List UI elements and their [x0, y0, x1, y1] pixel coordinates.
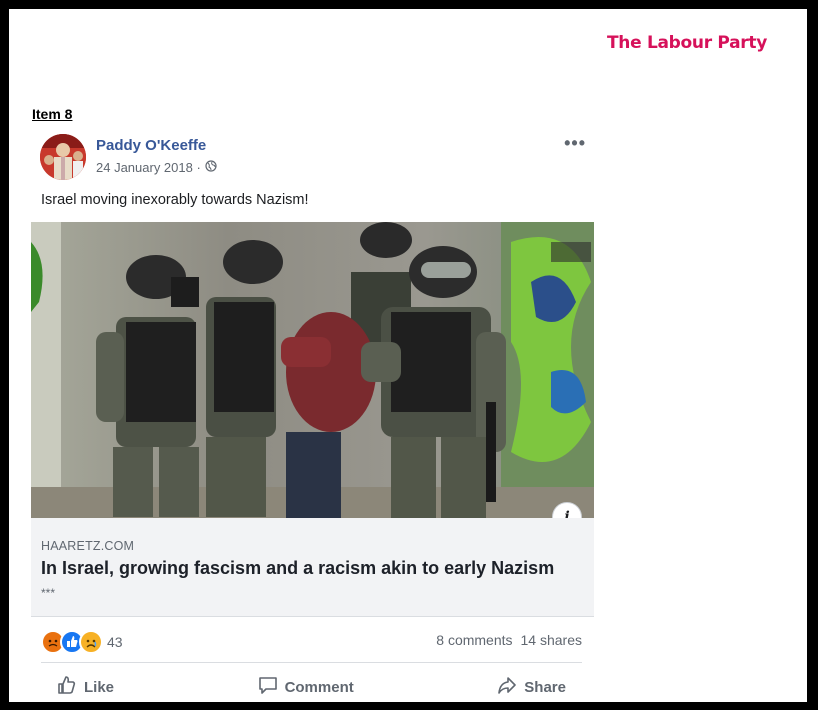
divider [41, 662, 582, 663]
share-label: Share [524, 678, 566, 696]
post-actions: Like Comment Share [41, 670, 582, 704]
sad-reaction-icon [79, 630, 103, 654]
shares-count[interactable]: 14 shares [521, 632, 582, 648]
link-description: *** [41, 586, 56, 600]
link-preview[interactable]: HAARETZ.COM In Israel, growing fascism a… [31, 518, 594, 617]
comment-bubble-icon [258, 675, 278, 699]
thumbs-up-icon [57, 675, 77, 699]
item-label: Item 8 [32, 106, 73, 122]
engagement-counts: 8 comments 14 shares [436, 632, 582, 648]
post-meta: 24 January 2018 · [96, 160, 217, 175]
avatar[interactable] [40, 134, 86, 180]
comment-label: Comment [284, 678, 354, 696]
comments-count[interactable]: 8 comments [436, 632, 512, 648]
labour-party-logo: The Labour Party [607, 33, 767, 53]
share-arrow-icon [497, 675, 517, 699]
link-domain: HAARETZ.COM [41, 539, 135, 553]
link-preview-image[interactable]: i [31, 222, 594, 518]
link-title[interactable]: In Israel, growing fascism and a racism … [41, 558, 554, 579]
post-date[interactable]: 24 January 2018 · [96, 160, 201, 175]
globe-icon [205, 160, 217, 175]
reactions-summary[interactable]: 43 [41, 630, 123, 654]
reaction-count: 43 [107, 634, 123, 650]
facebook-post: Paddy O'Keeffe 24 January 2018 · ••• Isr… [31, 129, 594, 702]
document-page: The Labour Party Item 8 Paddy O'Keeffe 2… [9, 9, 807, 702]
screenshot-frame: The Labour Party Item 8 Paddy O'Keeffe 2… [0, 0, 818, 710]
more-options-button[interactable]: ••• [564, 133, 586, 154]
comment-button[interactable]: Comment [242, 670, 370, 704]
post-author-name[interactable]: Paddy O'Keeffe [96, 137, 206, 154]
police-arrest-photo [31, 222, 594, 518]
like-button[interactable]: Like [41, 670, 130, 704]
share-button[interactable]: Share [481, 670, 582, 704]
post-text: Israel moving inexorably towards Nazism! [41, 192, 309, 208]
like-label: Like [84, 678, 115, 696]
